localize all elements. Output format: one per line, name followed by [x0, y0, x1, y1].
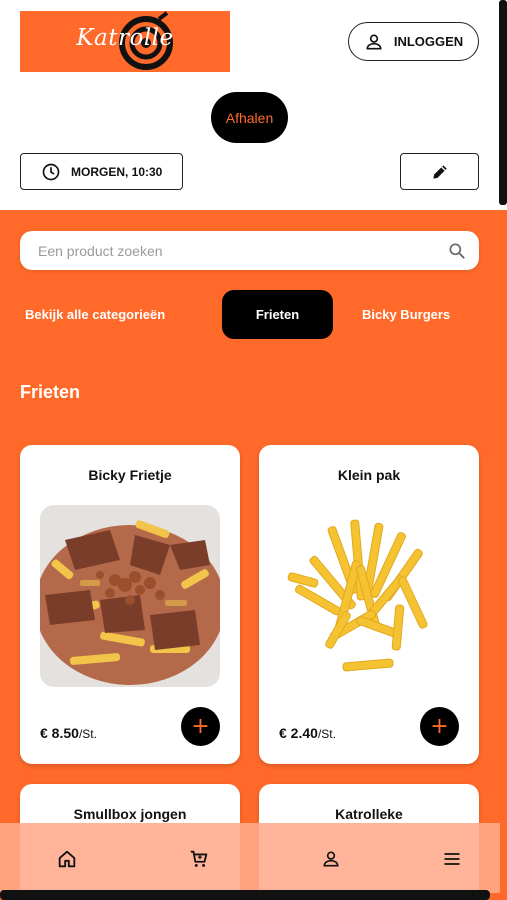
nav-menu[interactable] [440, 847, 464, 871]
user-icon [323, 851, 339, 867]
search-input[interactable] [38, 242, 447, 259]
price-value: € 8.50 [40, 725, 79, 741]
price-value: € 2.40 [279, 725, 318, 741]
header: Katrolle INLOGGEN Afhalen MORGEN, 10:30 [0, 0, 500, 210]
product-card[interactable]: Bicky Frietje € 8.50/St. + [20, 445, 240, 764]
nav-home[interactable] [55, 847, 79, 871]
pickup-time-button[interactable]: MORGEN, 10:30 [20, 153, 183, 190]
product-name: Smullbox jongen [73, 806, 187, 822]
login-button[interactable]: INLOGGEN [348, 22, 479, 61]
add-to-cart-button[interactable]: + [181, 707, 220, 746]
product-area: Bekijk alle categorieën Frieten Bicky Bu… [0, 210, 507, 900]
menu-icon [444, 853, 460, 865]
category-frieten[interactable]: Frieten [222, 290, 333, 339]
clock-icon [42, 163, 60, 180]
add-to-cart-button[interactable]: + [420, 707, 459, 746]
pickup-time-label: MORGEN, 10:30 [71, 164, 163, 179]
price-unit: /St. [78, 727, 97, 741]
bottom-navigation [0, 823, 500, 893]
login-label: INLOGGEN [393, 34, 464, 49]
product-image [279, 505, 459, 687]
scrollbar[interactable] [499, 0, 507, 205]
product-card[interactable]: Klein pak € 2.40/St. + [259, 445, 479, 764]
search-icon[interactable] [447, 241, 467, 261]
edit-button[interactable] [400, 153, 479, 190]
pickup-mode-button[interactable]: Afhalen [211, 92, 288, 143]
search-bar [20, 231, 479, 270]
product-name: Bicky Frietje [88, 467, 172, 483]
user-icon [366, 34, 382, 49]
product-price: € 8.50/St. [40, 725, 97, 741]
product-price: € 2.40/St. [279, 725, 336, 741]
product-name: Klein pak [337, 467, 401, 483]
section-title: Frieten [20, 382, 81, 402]
nav-account[interactable] [319, 847, 343, 871]
category-all[interactable]: Bekijk alle categorieën [25, 307, 165, 322]
logo-text: Katrolle [76, 25, 174, 51]
home-icon [58, 850, 76, 868]
price-unit: /St. [317, 727, 336, 741]
product-image [40, 505, 220, 687]
nav-cart[interactable] [187, 847, 211, 871]
product-name: Katrolleke [335, 806, 403, 822]
pencil-icon [432, 164, 447, 179]
brand-logo[interactable]: Katrolle [20, 11, 230, 72]
cart-icon [190, 850, 208, 867]
category-bicky-burgers[interactable]: Bicky Burgers [362, 307, 450, 322]
system-home-bar [0, 890, 490, 900]
